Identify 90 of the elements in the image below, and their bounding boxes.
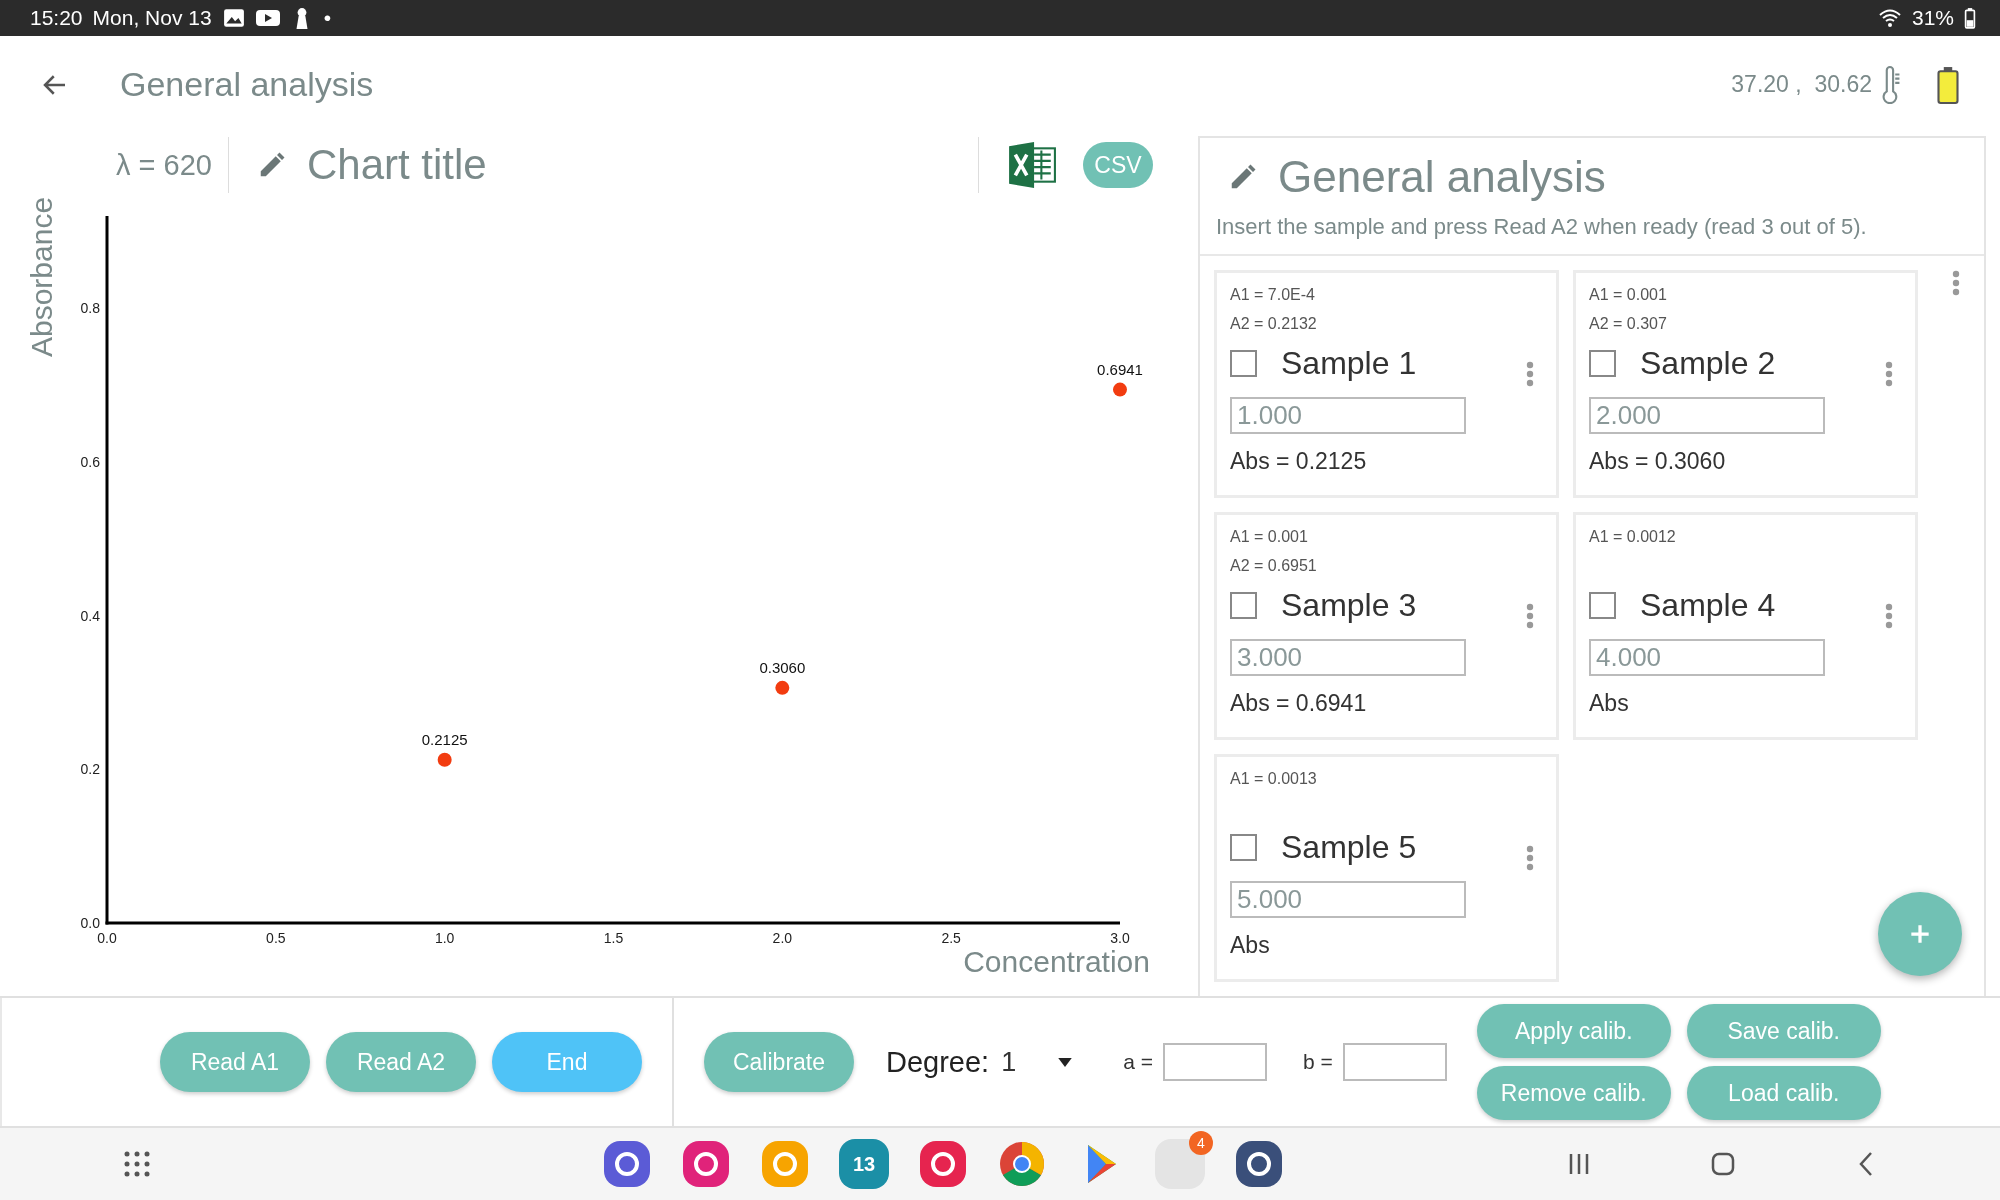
y-tick-label: 0.2: [80, 761, 100, 778]
concentration-field[interactable]: 5.000: [1230, 881, 1466, 918]
more-options-icon[interactable]: [1526, 361, 1534, 387]
sample-checkbox[interactable]: [1589, 591, 1616, 619]
x-tick-label: 2.5: [941, 930, 961, 946]
data-value-label: 0.6941: [1097, 360, 1143, 378]
status-date: Mon, Nov 13: [92, 6, 212, 30]
coefficient-b-field[interactable]: [1342, 1043, 1447, 1081]
more-options-icon[interactable]: [1885, 361, 1893, 387]
gallery-icon: [221, 7, 246, 29]
sample-name: Sample 4: [1640, 586, 1776, 624]
absorbance-result: Abs = 0.3060: [1589, 448, 1727, 475]
sample-name: Sample 1: [1281, 344, 1417, 382]
x-axis-title: Concentration: [963, 945, 1150, 978]
sample-name: Sample 2: [1640, 344, 1776, 382]
a1-reading: A1 = 0.001: [1230, 527, 1309, 547]
absorbance-result: Abs = 0.6941: [1230, 690, 1368, 717]
page-title: General analysis: [120, 65, 374, 104]
calibrate-button[interactable]: Calibrate: [704, 1032, 854, 1092]
absorbance-result: Abs: [1230, 932, 1271, 959]
sample-checkbox[interactable]: [1230, 833, 1257, 861]
x-tick-label: 1.5: [603, 930, 624, 946]
read-button[interactable]: End: [492, 1032, 642, 1092]
sample-name: Sample 3: [1281, 586, 1417, 624]
sensor-readings: 37.20 , 30.62: [1731, 71, 1872, 98]
data-value-label: 0.2125: [421, 730, 468, 748]
absorbance-result: Abs = 0.2125: [1230, 448, 1368, 475]
sample-checkbox[interactable]: [1230, 591, 1257, 619]
status-time: 15:20: [30, 6, 83, 30]
instructions-text: Insert the sample and press Read A2 when ready (read 3 out of 5).: [1215, 213, 1868, 241]
battery-percent: 31%: [1911, 6, 1954, 30]
coefficient-a-field[interactable]: [1162, 1043, 1267, 1081]
x-tick-label: 1.0: [434, 930, 455, 946]
absorbance-result: Abs: [1589, 690, 1630, 717]
coefficient-a-label: a =: [1123, 1050, 1153, 1074]
thermometer-icon: [1880, 65, 1902, 104]
x-tick-label: 0.5: [266, 930, 286, 946]
read-button[interactable]: Read A1: [160, 1032, 310, 1092]
y-tick-label: 0.0: [80, 915, 100, 931]
apps-grid-icon[interactable]: [122, 1149, 152, 1179]
y-tick-label: 0.4: [80, 607, 100, 624]
more-options-icon[interactable]: [1952, 270, 1960, 296]
battery-icon: [1964, 7, 1976, 29]
caret-icon: [1058, 1057, 1073, 1067]
chart-title[interactable]: Chart title: [306, 141, 487, 189]
x-tick-label: 0.0: [97, 930, 117, 946]
concentration-field[interactable]: 1.000: [1230, 397, 1466, 434]
coefficient-b-label: b =: [1302, 1050, 1333, 1074]
a1-reading: A1 = 0.0012: [1589, 527, 1677, 547]
y-axis-title: Absorbance: [25, 197, 58, 358]
wifi-icon: [1877, 7, 1902, 29]
data-value-label: 0.3060: [759, 658, 806, 676]
a2-reading: A2 = 0.6951: [1230, 556, 1318, 576]
concentration-field[interactable]: 3.000: [1230, 639, 1466, 676]
wavelength-label: λ = 620: [116, 148, 212, 182]
x-tick-label: 2.0: [772, 930, 793, 946]
spreadsheet-icon[interactable]: [1007, 140, 1057, 190]
add-sample-button[interactable]: [1878, 892, 1962, 976]
panel-title[interactable]: General analysis: [1278, 152, 1606, 202]
csv-export-button[interactable]: CSV: [1083, 142, 1153, 188]
a2-reading: A2 = 0.2132: [1230, 314, 1318, 334]
concentration-field[interactable]: 2.000: [1589, 397, 1825, 434]
concentration-field[interactable]: 4.000: [1589, 639, 1825, 676]
app-folder-icon[interactable]: [1155, 1139, 1205, 1189]
a1-reading: A1 = 7.0E-4: [1230, 285, 1316, 305]
calibration-button[interactable]: Apply calib.: [1476, 1004, 1671, 1058]
battery-level-icon: [1936, 65, 1960, 104]
notification-badge: 4: [1189, 1131, 1213, 1155]
browser-app-icon[interactable]: [997, 1139, 1047, 1189]
video-icon: [255, 7, 280, 29]
calibration-button[interactable]: Remove calib.: [1476, 1066, 1671, 1120]
sample-checkbox[interactable]: [1589, 349, 1616, 377]
degree-dropdown[interactable]: 1: [1001, 1046, 1088, 1078]
calibration-button[interactable]: Save calib.: [1686, 1004, 1881, 1058]
x-tick-label: 3.0: [1110, 930, 1130, 946]
read-button[interactable]: Read A2: [326, 1032, 476, 1092]
notification-dot: •: [323, 6, 331, 30]
more-options-icon[interactable]: [1885, 603, 1893, 629]
a1-reading: A1 = 0.001: [1589, 285, 1668, 305]
y-tick-label: 0.8: [80, 300, 100, 317]
more-options-icon[interactable]: [1526, 603, 1534, 629]
sample-checkbox[interactable]: [1230, 349, 1257, 377]
calendar-app-icon[interactable]: 13: [839, 1139, 889, 1189]
calibration-button[interactable]: Load calib.: [1686, 1066, 1881, 1120]
a2-reading: A2 = 0.307: [1589, 314, 1668, 334]
y-tick-label: 0.6: [80, 453, 100, 470]
a1-reading: A1 = 0.0013: [1230, 769, 1318, 789]
more-options-icon[interactable]: [1526, 845, 1534, 871]
sample-name: Sample 5: [1281, 828, 1417, 866]
degree-label: Degree:: [886, 1045, 990, 1079]
